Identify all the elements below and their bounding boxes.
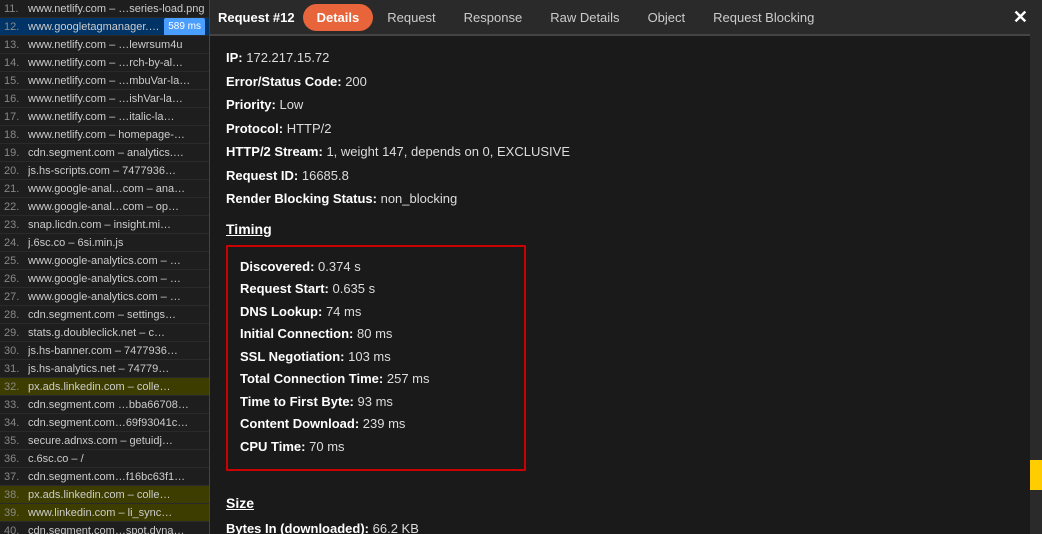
bytes-in-label: Bytes In (downloaded):: [226, 521, 369, 534]
discovered-label: Discovered:: [240, 259, 314, 274]
list-item[interactable]: 15.www.netlify.com – …mbuVar-la…: [0, 72, 209, 90]
list-item[interactable]: 24.j.6sc.co – 6si.min.js: [0, 234, 209, 252]
tab-request-blocking[interactable]: Request Blocking: [699, 4, 828, 31]
request-id-line: Request ID: 16685.8: [226, 166, 1026, 186]
list-item[interactable]: 18.www.netlify.com – homepage-…: [0, 126, 209, 144]
list-item[interactable]: 30.js.hs-banner.com – 7477936…: [0, 342, 209, 360]
http2-label: HTTP/2 Stream:: [226, 144, 323, 159]
panel-title: Request #12: [218, 10, 295, 25]
dns-lookup-value: 74 ms: [326, 304, 361, 319]
request-start-label: Request Start:: [240, 281, 329, 296]
cpu-time-line: CPU Time: 70 ms: [240, 437, 512, 457]
request-start-value: 0.635 s: [332, 281, 375, 296]
bytes-in-line: Bytes In (downloaded): 66.2 KB: [226, 519, 1026, 534]
list-item[interactable]: 11.www.netlify.com – …series-load.png: [0, 0, 209, 18]
list-item[interactable]: 14.www.netlify.com – …rch-by-al…: [0, 54, 209, 72]
ssl-negotiation-line: SSL Negotiation: 103 ms: [240, 347, 512, 367]
initial-connection-line: Initial Connection: 80 ms: [240, 324, 512, 344]
list-item[interactable]: 34.cdn.segment.com…69f93041c…: [0, 414, 209, 432]
content-download-value: 239 ms: [363, 416, 406, 431]
size-section: Bytes In (downloaded): 66.2 KB Uncompres…: [226, 519, 1026, 534]
timing-header: Timing: [226, 221, 1026, 237]
bytes-in-value: 66.2 KB: [373, 521, 419, 534]
initial-connection-value: 80 ms: [357, 326, 392, 341]
list-item[interactable]: 21.www.google-anal…com – ana…: [0, 180, 209, 198]
panel-content: IP: 172.217.15.72 Error/Status Code: 200…: [210, 36, 1042, 534]
tab-object[interactable]: Object: [634, 4, 700, 31]
list-item[interactable]: 13.www.netlify.com – …lewrsum4u: [0, 36, 209, 54]
panel-header: Request #12 Details Request Response Raw…: [210, 0, 1042, 36]
discovered-value: 0.374 s: [318, 259, 361, 274]
list-item[interactable]: 19.cdn.segment.com – analytics.…: [0, 144, 209, 162]
cpu-time-value: 70 ms: [309, 439, 344, 454]
list-item[interactable]: 22.www.google-anal…com – op…: [0, 198, 209, 216]
protocol-value: HTTP/2: [287, 121, 332, 136]
scrollbar[interactable]: [1030, 0, 1042, 534]
render-blocking-line: Render Blocking Status: non_blocking: [226, 189, 1026, 209]
cpu-time-label: CPU Time:: [240, 439, 306, 454]
ttfb-label: Time to First Byte:: [240, 394, 354, 409]
ip-label: IP:: [226, 50, 243, 65]
list-item[interactable]: 25.www.google-analytics.com – …: [0, 252, 209, 270]
protocol-line: Protocol: HTTP/2: [226, 119, 1026, 139]
list-item[interactable]: 23.snap.licdn.com – insight.mi…: [0, 216, 209, 234]
render-blocking-label: Render Blocking Status:: [226, 191, 377, 206]
status-line: Error/Status Code: 200: [226, 72, 1026, 92]
list-item[interactable]: 17.www.netlify.com – …italic-la…: [0, 108, 209, 126]
tab-response[interactable]: Response: [450, 4, 537, 31]
list-item[interactable]: 16.www.netlify.com – …ishVar-la…: [0, 90, 209, 108]
tab-request[interactable]: Request: [373, 4, 449, 31]
content-download-label: Content Download:: [240, 416, 359, 431]
http2-stream-line: HTTP/2 Stream: 1, weight 147, depends on…: [226, 142, 1026, 162]
tab-raw-details[interactable]: Raw Details: [536, 4, 633, 31]
list-item[interactable]: 40.cdn.segment.com…spot.dyna…: [0, 522, 209, 534]
ssl-negotiation-label: SSL Negotiation:: [240, 349, 344, 364]
protocol-label: Protocol:: [226, 121, 283, 136]
status-label: Error/Status Code:: [226, 74, 342, 89]
list-item[interactable]: 28.cdn.segment.com – settings…: [0, 306, 209, 324]
list-item[interactable]: 31.js.hs-analytics.net – 74779…: [0, 360, 209, 378]
size-header: Size: [226, 495, 1026, 511]
ttfb-value: 93 ms: [358, 394, 393, 409]
dns-lookup-label: DNS Lookup:: [240, 304, 322, 319]
network-list: 11.www.netlify.com – …series-load.png12.…: [0, 0, 210, 534]
request-start-line: Request Start: 0.635 s: [240, 279, 512, 299]
content-download-line: Content Download: 239 ms: [240, 414, 512, 434]
total-connection-line: Total Connection Time: 257 ms: [240, 369, 512, 389]
list-item[interactable]: 38.px.ads.linkedin.com – colle…: [0, 486, 209, 504]
list-item[interactable]: 26.www.google-analytics.com – …: [0, 270, 209, 288]
list-item[interactable]: 20.js.hs-scripts.com – 7477936…: [0, 162, 209, 180]
ip-line: IP: 172.217.15.72: [226, 48, 1026, 68]
request-id-value: 16685.8: [302, 168, 349, 183]
list-item[interactable]: 35.secure.adnxs.com – getuidj…: [0, 432, 209, 450]
list-item[interactable]: 29.stats.g.doubleclick.net – c…: [0, 324, 209, 342]
scrollbar-thumb[interactable]: [1030, 460, 1042, 490]
total-connection-value: 257 ms: [387, 371, 430, 386]
priority-label: Priority:: [226, 97, 276, 112]
http2-value: 1, weight 147, depends on 0, EXCLUSIVE: [326, 144, 570, 159]
ttfb-line: Time to First Byte: 93 ms: [240, 392, 512, 412]
initial-connection-label: Initial Connection:: [240, 326, 353, 341]
timing-box: Discovered: 0.374 s Request Start: 0.635…: [226, 245, 526, 472]
ssl-negotiation-value: 103 ms: [348, 349, 391, 364]
discovered-line: Discovered: 0.374 s: [240, 257, 512, 277]
ip-value: 172.217.15.72: [246, 50, 329, 65]
list-item[interactable]: 37.cdn.segment.com…f16bc63f1…: [0, 468, 209, 486]
priority-line: Priority: Low: [226, 95, 1026, 115]
list-item[interactable]: 27.www.google-analytics.com – …: [0, 288, 209, 306]
total-connection-label: Total Connection Time:: [240, 371, 383, 386]
list-item[interactable]: 33.cdn.segment.com …bba66708…: [0, 396, 209, 414]
dns-lookup-line: DNS Lookup: 74 ms: [240, 302, 512, 322]
priority-value: Low: [279, 97, 303, 112]
request-panel: Request #12 Details Request Response Raw…: [210, 0, 1042, 534]
request-id-label: Request ID:: [226, 168, 298, 183]
tab-details[interactable]: Details: [303, 4, 374, 31]
list-item[interactable]: 39.www.linkedin.com – li_sync…: [0, 504, 209, 522]
list-item[interactable]: 12.www.googletagmanager.com – gtm.js589 …: [0, 18, 209, 36]
list-item[interactable]: 32.px.ads.linkedin.com – colle…: [0, 378, 209, 396]
list-item[interactable]: 36.c.6sc.co – /: [0, 450, 209, 468]
render-blocking-value: non_blocking: [381, 191, 458, 206]
status-value: 200: [345, 74, 367, 89]
